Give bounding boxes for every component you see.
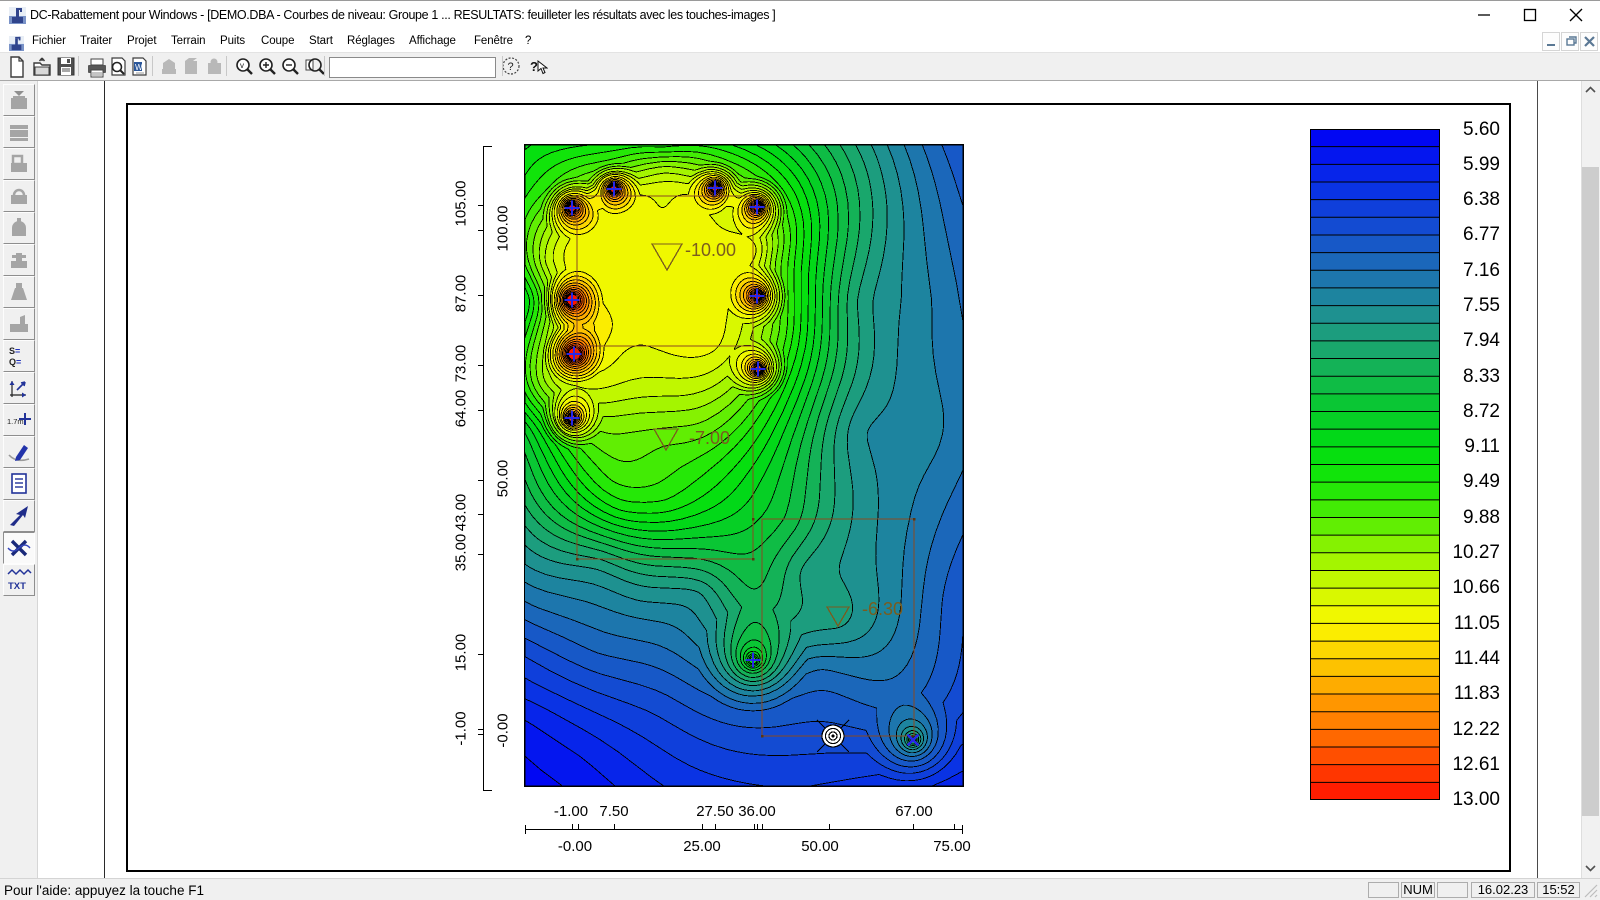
svg-text:?: ? (530, 59, 538, 74)
svg-text:S=: S= (9, 346, 20, 356)
svg-text:v: v (240, 61, 244, 70)
svg-text:TXT: TXT (8, 581, 26, 592)
svg-text:-7.00: -7.00 (689, 428, 730, 448)
svg-text:-6.30: -6.30 (862, 599, 903, 619)
svg-text:?: ? (508, 61, 514, 73)
svg-text:Q=: Q= (9, 357, 21, 367)
svg-text:-10.00: -10.00 (685, 240, 736, 260)
svg-text:W: W (135, 63, 143, 72)
